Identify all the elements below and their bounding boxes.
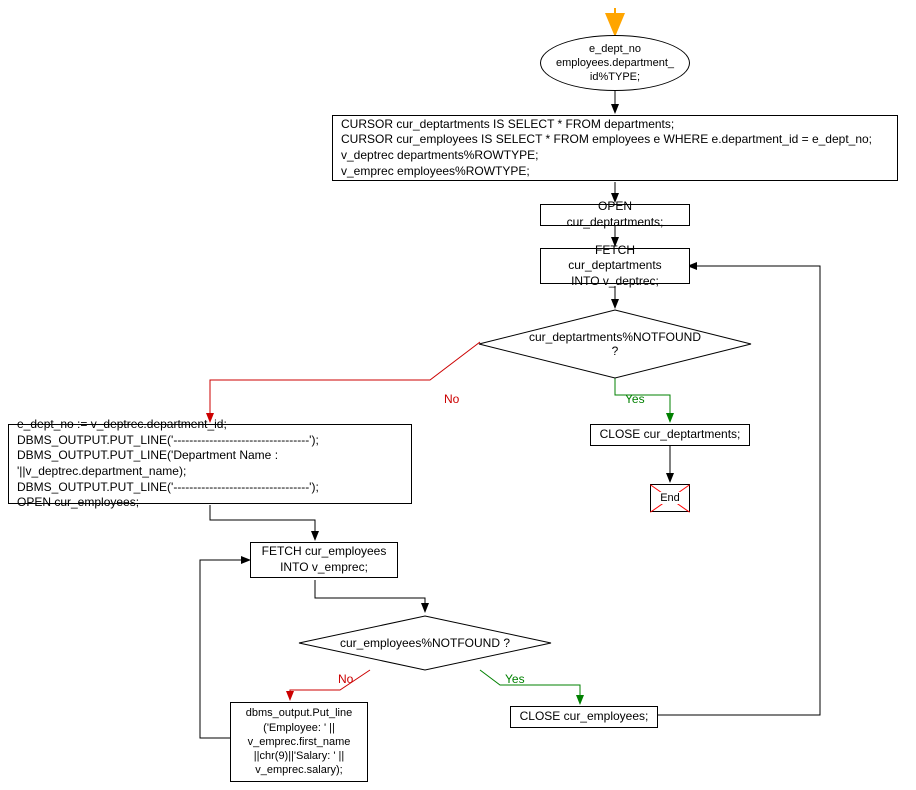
open-dept-text: OPEN cur_deptartments; xyxy=(549,199,681,230)
emp-no-label: No xyxy=(338,672,353,686)
start-text-2: employees.department_ xyxy=(556,56,674,70)
fetch-departments-box: FETCH cur_deptartments INTO v_deptrec; xyxy=(540,248,690,284)
putline-1: dbms_output.Put_line xyxy=(246,706,352,720)
start-text-3: id%TYPE; xyxy=(590,70,640,84)
close-departments-box: CLOSE cur_deptartments; xyxy=(590,424,750,446)
decl-line-2: CURSOR cur_employees IS SELECT * FROM em… xyxy=(341,132,872,148)
fetch-dept-1: FETCH cur_deptartments xyxy=(549,243,681,274)
putline-2: ('Employee: ' || xyxy=(263,721,335,735)
fetch-employees-box: FETCH cur_employees INTO v_emprec; xyxy=(250,542,398,578)
emp-notfound-decision xyxy=(295,614,555,672)
start-terminal: e_dept_no employees.department_ id%TYPE; xyxy=(540,35,690,91)
fetch-emp-2: INTO v_emprec; xyxy=(280,560,368,576)
dept-notfound-decision xyxy=(475,308,755,380)
emp-yes-label: Yes xyxy=(505,672,525,686)
putline-4: ||chr(9)||'Salary: ' || xyxy=(254,749,344,763)
putline-employee-box: dbms_output.Put_line ('Employee: ' || v_… xyxy=(230,702,368,782)
fetch-emp-1: FETCH cur_employees xyxy=(262,544,387,560)
deptbody-5: OPEN cur_employees; xyxy=(17,495,139,511)
putline-5: v_emprec.salary); xyxy=(255,763,342,777)
declare-cursors-box: CURSOR cur_deptartments IS SELECT * FROM… xyxy=(332,115,898,181)
start-text-1: e_dept_no xyxy=(589,42,641,56)
end-text: End xyxy=(658,492,682,504)
close-dept-text: CLOSE cur_deptartments; xyxy=(600,427,741,443)
deptbody-2: DBMS_OUTPUT.PUT_LINE('------------------… xyxy=(17,433,319,449)
decl-line-4: v_emprec employees%ROWTYPE; xyxy=(341,164,530,180)
open-departments-box: OPEN cur_deptartments; xyxy=(540,204,690,226)
close-emp-text: CLOSE cur_employees; xyxy=(520,709,649,725)
deptbody-1: e_dept_no := v_deptrec.department_id; xyxy=(17,417,227,433)
end-terminal: End xyxy=(650,484,690,512)
putline-3: v_emprec.first_name xyxy=(248,735,351,749)
department-body-box: e_dept_no := v_deptrec.department_id; DB… xyxy=(8,424,412,504)
decl-line-1: CURSOR cur_deptartments IS SELECT * FROM… xyxy=(341,117,674,133)
dept-yes-label: Yes xyxy=(625,392,645,406)
decl-line-3: v_deptrec departments%ROWTYPE; xyxy=(341,148,538,164)
deptbody-3: DBMS_OUTPUT.PUT_LINE('Department Name : … xyxy=(17,448,403,479)
close-employees-box: CLOSE cur_employees; xyxy=(510,706,658,728)
fetch-dept-2: INTO v_deptrec; xyxy=(571,274,659,290)
dept-no-label: No xyxy=(444,392,459,406)
deptbody-4: DBMS_OUTPUT.PUT_LINE('------------------… xyxy=(17,480,319,496)
